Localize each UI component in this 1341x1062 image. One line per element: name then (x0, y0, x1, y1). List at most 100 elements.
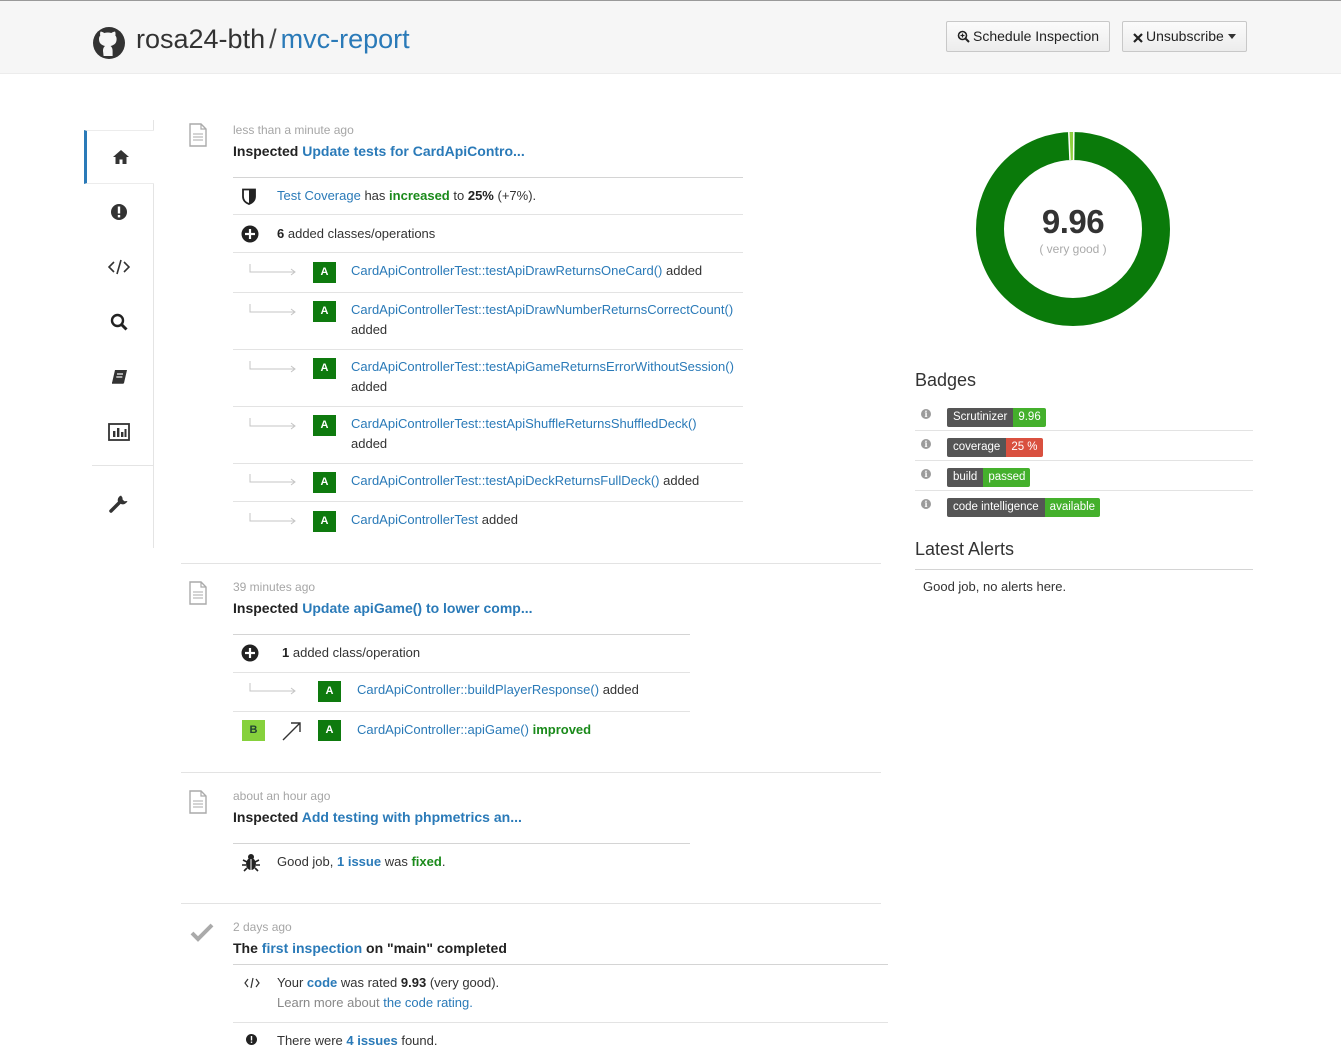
commit-link[interactable]: Add testing with phpmetrics an... (302, 809, 522, 825)
connector-arrow-icon (249, 361, 296, 373)
divider (233, 406, 743, 407)
divider (233, 463, 743, 464)
scrutinizer-badge[interactable]: Scrutinizer 9.96 (947, 408, 1046, 427)
plus-circle-icon (241, 225, 259, 243)
shield-icon (242, 188, 256, 205)
event-time: 39 minutes ago (233, 580, 316, 594)
event-divider (181, 772, 881, 773)
plus-circle-icon (241, 644, 259, 662)
chart-icon (108, 423, 130, 441)
connector-arrow-icon (249, 474, 296, 486)
operation-link[interactable]: CardApiController::apiGame() (357, 722, 529, 737)
badge-row: i build passed (915, 461, 1253, 491)
unsubscribe-dropdown-button[interactable]: Unsubscribe (1122, 21, 1247, 52)
code-icon (108, 259, 130, 275)
operation-link[interactable]: CardApiControllerTest (351, 512, 478, 527)
issues-link[interactable]: 4 issues (346, 1033, 397, 1048)
document-icon (189, 581, 207, 605)
alert-icon (246, 1034, 257, 1045)
fixed-summary: Good job, 1 issue was fixed. (277, 854, 446, 869)
badge-row: i code intelligence available (915, 491, 1253, 521)
coverage-badge[interactable]: coverage 25 % (947, 438, 1043, 457)
info-icon[interactable]: i (921, 499, 931, 509)
operation-link[interactable]: CardApiControllerTest::testApiShuffleRet… (351, 416, 697, 431)
badges-title: Badges (915, 370, 977, 390)
nav-home[interactable] (84, 130, 154, 184)
info-icon[interactable]: i (921, 409, 931, 419)
repo-header: rosa24-bth / mvc-report Schedule Inspectio… (0, 0, 1341, 74)
event-title: Inspected Update apiGame() to lower comp… (233, 600, 533, 616)
repo-owner[interactable]: rosa24-bth (136, 24, 265, 54)
home-icon (112, 150, 129, 164)
issues-summary: There were 4 issues found. (277, 1033, 438, 1048)
event-title: Inspected Update tests for CardApiContro… (233, 143, 525, 159)
coverage-summary: Test Coverage has increased to 25% (+7%)… (277, 188, 537, 203)
divider (915, 569, 1253, 570)
commit-link[interactable]: Update apiGame() to lower comp... (302, 600, 532, 616)
connector-arrow-icon (249, 683, 296, 695)
connector-arrow-icon (249, 513, 296, 525)
event-divider (181, 563, 881, 564)
nav-code[interactable] (84, 240, 154, 294)
sidebar-nav (84, 120, 154, 548)
operation-link[interactable]: CardApiController::buildPlayerResponse() (357, 682, 599, 697)
document-icon (189, 123, 207, 147)
added-summary: 6 added classes/operations (277, 226, 436, 241)
code-rating-link[interactable]: the code rating. (383, 995, 473, 1010)
operation-link[interactable]: CardApiControllerTest::testApiGameReturn… (351, 359, 734, 374)
checkmark-icon (190, 923, 214, 942)
code-icon (244, 977, 260, 989)
previous-grade-badge: B (242, 720, 265, 741)
divider (233, 292, 743, 293)
divider (233, 1022, 888, 1023)
connector-arrow-icon (249, 304, 296, 316)
grade-badge: A (318, 681, 341, 702)
grade-badge: A (313, 262, 336, 283)
divider (233, 177, 743, 178)
schedule-inspection-button[interactable]: Schedule Inspection (946, 21, 1111, 52)
rating-summary: Your code was rated 9.93 (very good). Le… (277, 975, 500, 1010)
divider (233, 252, 743, 253)
nav-issues[interactable] (84, 185, 154, 239)
book-icon (112, 370, 127, 384)
divider (233, 711, 690, 712)
code-intelligence-badge[interactable]: code intelligence available (947, 498, 1101, 517)
nav-docs[interactable] (84, 350, 154, 404)
info-icon[interactable]: i (921, 469, 931, 479)
divider (233, 672, 690, 673)
operation-link[interactable]: CardApiControllerTest::testApiDrawNumber… (351, 302, 733, 317)
divider (233, 349, 743, 350)
nav-search[interactable] (84, 295, 154, 349)
issue-link[interactable]: 1 issue (337, 854, 381, 869)
first-inspection-link[interactable]: first inspection (262, 940, 362, 956)
test-coverage-link[interactable]: Test Coverage (277, 188, 361, 203)
connector-arrow-icon (249, 418, 296, 430)
nav-divider (92, 465, 154, 466)
score-label: ( very good ) (1039, 242, 1107, 256)
code-link[interactable]: code (307, 975, 337, 990)
search-plus-icon (957, 30, 970, 43)
build-badge[interactable]: build passed (947, 468, 1031, 487)
commit-link[interactable]: Update tests for CardApiContro... (302, 143, 524, 159)
nav-settings[interactable] (84, 476, 154, 530)
grade-badge: A (313, 301, 336, 322)
event-divider (181, 903, 881, 904)
info-icon[interactable]: i (921, 439, 931, 449)
nav-statistics[interactable] (84, 405, 154, 459)
latest-alerts-title: Latest Alerts (915, 539, 1015, 559)
added-summary: 1 added class/operation (282, 645, 421, 660)
event-title: Inspected Add testing with phpmetrics an… (233, 809, 522, 825)
event-time: about an hour ago (233, 789, 331, 803)
operation-link[interactable]: CardApiControllerTest::testApiDeckReturn… (351, 473, 660, 488)
connector-arrow-icon (249, 264, 296, 276)
repo-name-link[interactable]: mvc-report (281, 24, 410, 54)
operation-link[interactable]: CardApiControllerTest::testApiDrawReturn… (351, 263, 662, 278)
badge-row: i coverage 25 % (915, 431, 1253, 461)
github-icon (93, 27, 125, 59)
grade-badge: A (313, 415, 336, 436)
bug-icon (242, 854, 260, 872)
divider (233, 634, 690, 635)
divider (233, 964, 888, 965)
grade-badge: A (313, 472, 336, 493)
wrench-icon (109, 495, 128, 513)
